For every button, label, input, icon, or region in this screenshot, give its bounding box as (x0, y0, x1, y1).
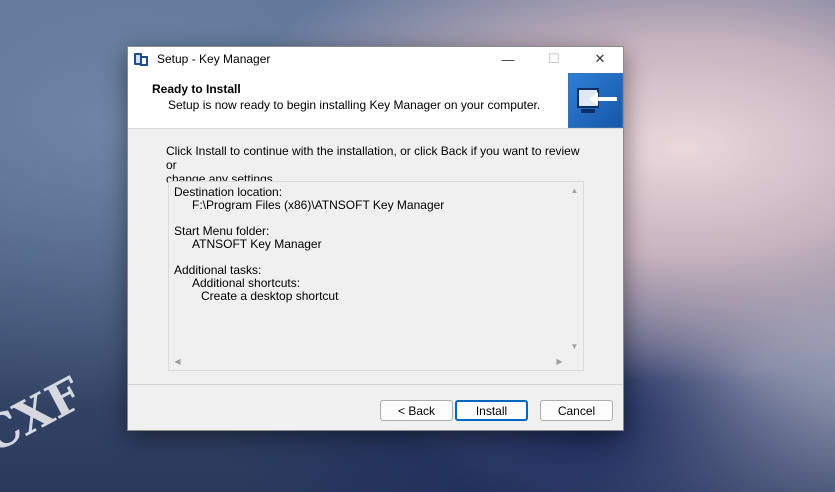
memo-content: Destination location: F:\Program Files (… (174, 186, 444, 303)
instructions-text: Click Install to continue with the insta… (166, 144, 586, 186)
window-title: Setup - Key Manager (157, 52, 271, 66)
start-menu-value: ATNSOFT Key Manager (192, 237, 322, 251)
shortcut-item: Create a desktop shortcut (201, 289, 339, 303)
cancel-button[interactable]: Cancel (540, 400, 613, 421)
title-bar[interactable]: Setup - Key Manager — ☐ ✕ (128, 47, 623, 71)
page-title: Ready to Install (152, 82, 241, 96)
setup-app-icon (133, 51, 149, 67)
page-subtitle: Setup is now ready to begin installing K… (168, 98, 541, 112)
wallpaper-watermark: CXF (0, 366, 92, 464)
wizard-header: Ready to Install Setup is now ready to b… (128, 71, 623, 129)
button-divider (128, 384, 623, 385)
back-button[interactable]: < Back (380, 400, 453, 421)
setup-window: Setup - Key Manager — ☐ ✕ Ready to Insta… (127, 46, 624, 431)
destination-value: F:\Program Files (x86)\ATNSOFT Key Manag… (192, 198, 445, 212)
vertical-scrollbar[interactable]: ▲ ▼ (566, 182, 583, 355)
horizontal-scrollbar[interactable]: ◀ ▶ (169, 353, 568, 370)
minimize-button[interactable]: — (485, 47, 531, 71)
close-button[interactable]: ✕ (577, 47, 623, 71)
maximize-button: ☐ (548, 51, 560, 66)
scroll-corner (566, 353, 583, 370)
scroll-up-icon[interactable]: ▲ (566, 182, 583, 199)
install-button[interactable]: Install (455, 400, 528, 421)
computer-install-icon (568, 73, 623, 128)
ready-memo[interactable]: Destination location: F:\Program Files (… (168, 181, 584, 371)
scroll-left-icon[interactable]: ◀ (169, 353, 186, 370)
instructions-line-1: Click Install to continue with the insta… (166, 144, 580, 172)
